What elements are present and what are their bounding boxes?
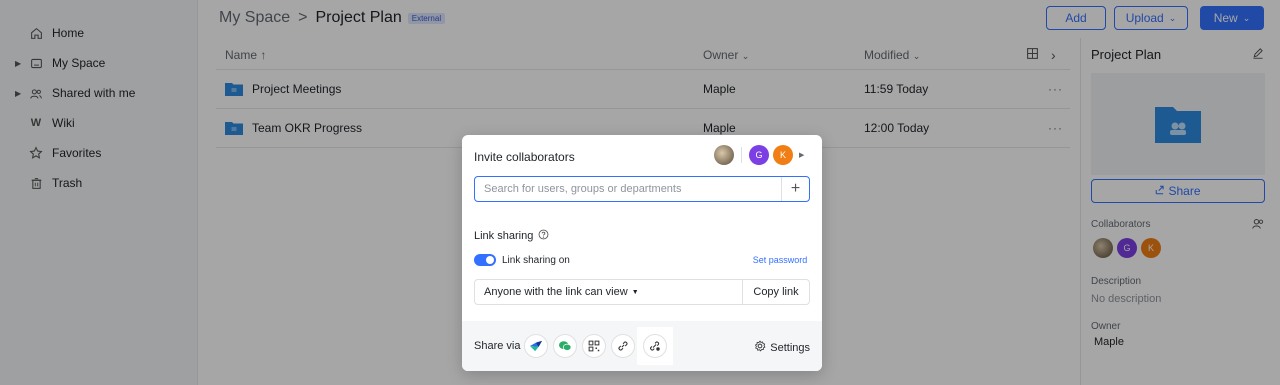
collaborator-avatars[interactable]: G K ▶ (714, 145, 804, 165)
share-dialog: Invite collaborators G K ▶ + Link sharin… (462, 135, 822, 371)
copy-link-button[interactable]: Copy link (742, 280, 809, 304)
share-via-label: Share via (474, 340, 521, 352)
link-permission-value: Anyone with the link can view (484, 286, 628, 298)
messenger-share-icon[interactable] (524, 334, 548, 358)
plus-icon[interactable]: + (781, 177, 809, 201)
settings-label: Settings (770, 341, 810, 354)
link-sharing-toggle[interactable] (474, 254, 496, 266)
set-password-link[interactable]: Set password (749, 247, 811, 272)
link-sharing-label: Link sharing (474, 230, 534, 242)
set-password-label: Set password (752, 254, 808, 265)
link-share-settings-icon[interactable] (643, 334, 667, 358)
app-window: Home ▶ My Space ▶ Shared with me W Wiki … (0, 0, 1280, 385)
caret-down-icon: ▼ (631, 288, 639, 296)
link-sharing-status: Link sharing on (502, 254, 570, 266)
divider (741, 147, 742, 163)
wechat-share-icon[interactable] (553, 334, 577, 358)
link-icon[interactable] (611, 334, 635, 358)
avatar[interactable]: K (773, 145, 793, 165)
search-input[interactable] (475, 177, 781, 201)
share-via-bar: Share via Settings (462, 321, 822, 371)
link-sharing-toggle-row: Link sharing on (474, 254, 570, 266)
copy-link-label: Copy link (753, 286, 799, 298)
avatar[interactable]: G (749, 145, 769, 165)
settings-button[interactable]: Settings (754, 340, 810, 355)
gear-icon (754, 340, 766, 355)
link-permission-row: Anyone with the link can view ▼ Copy lin… (474, 279, 810, 305)
link-permission-select[interactable]: Anyone with the link can view ▼ (475, 286, 742, 298)
qr-code-icon[interactable] (582, 334, 606, 358)
help-icon[interactable] (538, 229, 549, 243)
avatar[interactable] (714, 145, 734, 165)
link-sharing-heading: Link sharing (474, 229, 549, 243)
dialog-title: Invite collaborators (474, 150, 575, 164)
search-field: + (474, 176, 810, 202)
caret-right-icon[interactable]: ▶ (799, 151, 804, 159)
